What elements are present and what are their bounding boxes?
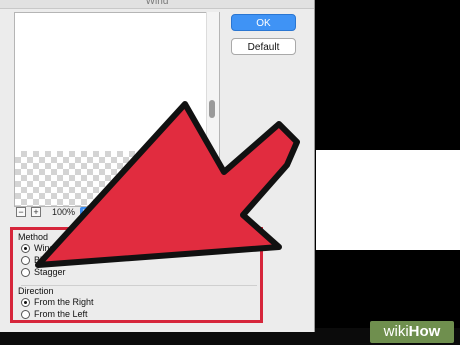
annotation-arrow (35, 101, 300, 268)
watermark-part2: How (408, 323, 441, 340)
watermark-part1: wiki (383, 323, 409, 340)
arrow-shape (35, 101, 300, 268)
wikihow-watermark: wikiHow (370, 321, 454, 343)
